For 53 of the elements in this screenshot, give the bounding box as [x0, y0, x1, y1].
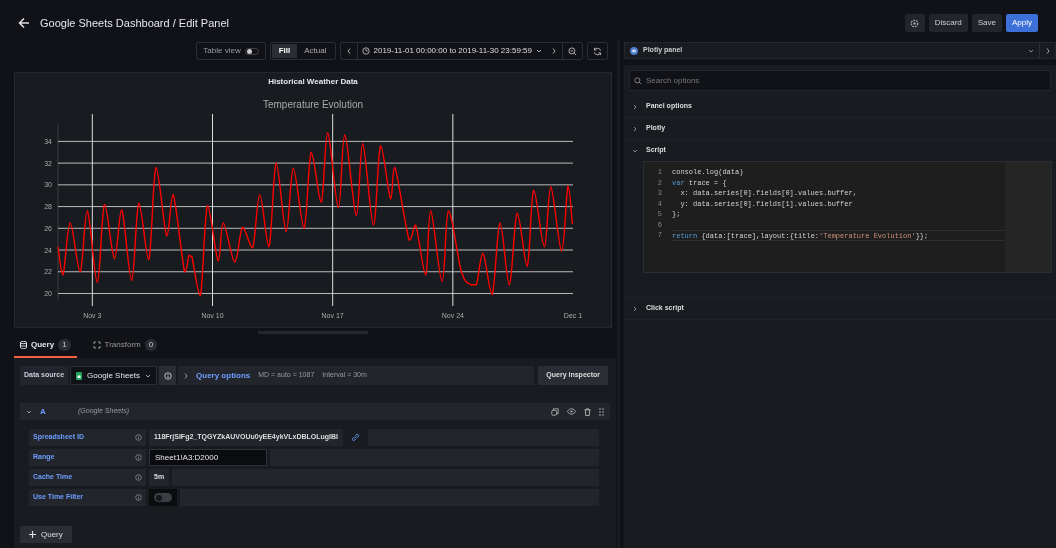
info-icon — [135, 434, 142, 441]
chevron-right-icon — [552, 48, 556, 54]
count-badge: 1 — [58, 339, 71, 351]
clock-icon — [361, 47, 370, 55]
chevron-left-icon — [346, 48, 351, 54]
chevron-down-icon — [145, 373, 151, 378]
duplicate-icon[interactable] — [551, 407, 559, 416]
chevron-right-icon — [632, 305, 638, 312]
panel-title: Historical Weather Data — [268, 76, 358, 88]
refresh-icon — [593, 46, 602, 56]
page-title: Google Sheets Dashboard / Edit Panel — [40, 15, 229, 31]
trash-icon[interactable] — [584, 407, 591, 416]
chevron-right-icon — [632, 125, 638, 132]
chevron-down-icon — [536, 49, 542, 53]
data-source-help-button[interactable] — [159, 366, 176, 385]
info-icon — [135, 494, 142, 501]
back-arrow-icon[interactable] — [18, 17, 30, 29]
text-field[interactable]: Sheet1!A3:D2000 — [149, 449, 267, 466]
settings-icon — [910, 18, 920, 28]
chevron-down-icon — [632, 147, 638, 154]
info-icon — [135, 474, 142, 481]
plugin-icon — [630, 46, 638, 55]
chevron-right-icon — [184, 372, 188, 379]
drag-handle-icon[interactable] — [599, 407, 604, 416]
count-badge: 0 — [144, 339, 158, 351]
query-tab[interactable]: Transform 0 — [86, 339, 164, 358]
transform-icon — [92, 341, 101, 349]
refresh-button[interactable] — [587, 42, 608, 60]
query-options-label: Query options — [196, 369, 251, 382]
query-name: A — [40, 405, 47, 418]
header-button[interactable]: Save — [971, 14, 1002, 32]
chevron-down-icon — [1028, 48, 1034, 53]
chevron-right-icon[interactable] — [1046, 47, 1050, 54]
apply-button[interactable]: Apply — [1006, 14, 1038, 32]
display-mode-tab[interactable]: Fill — [271, 44, 298, 58]
info-icon — [135, 454, 142, 461]
toggle-switch[interactable] — [154, 493, 172, 502]
add-query-button[interactable]: Query — [20, 526, 72, 543]
plus-icon — [29, 531, 36, 538]
info-icon — [163, 371, 172, 380]
link-icon[interactable] — [351, 433, 360, 442]
database-icon — [20, 341, 27, 349]
spreadsheet-icon — [76, 371, 83, 380]
settings-button[interactable] — [904, 14, 925, 32]
chevron-right-icon — [632, 103, 638, 110]
eye-icon[interactable] — [567, 408, 576, 415]
data-source-select[interactable]: Google Sheets — [70, 366, 157, 385]
display-mode-tab[interactable]: Actual — [297, 44, 334, 58]
zoom-out-icon — [568, 46, 577, 56]
search-icon — [634, 76, 642, 85]
table-view-toggle[interactable]: Table view — [196, 42, 266, 60]
header-button[interactable]: Discard — [928, 14, 968, 32]
chart-title: Temperature Evolution — [262, 99, 364, 110]
